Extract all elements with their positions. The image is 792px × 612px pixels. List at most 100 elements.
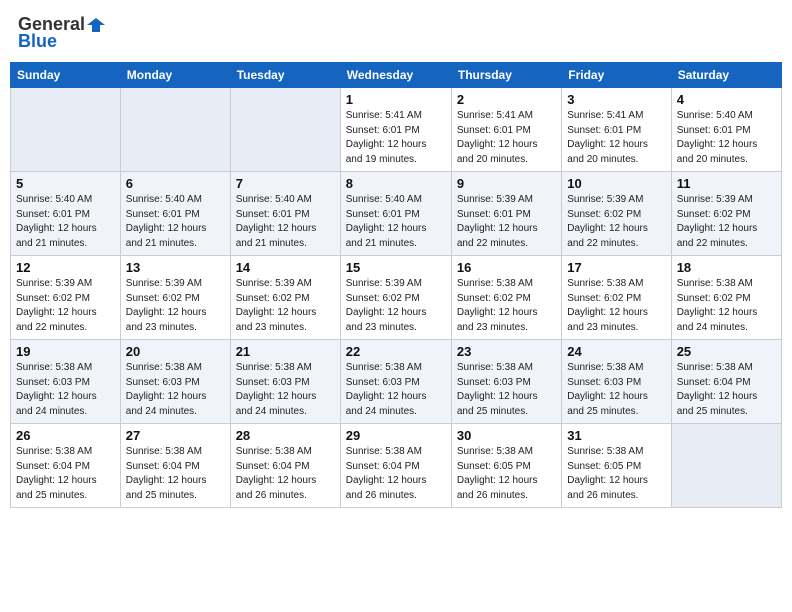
day-info: Sunrise: 5:39 AM Sunset: 6:01 PM Dayligh… [457, 193, 556, 251]
calendar-cell: 16Sunrise: 5:38 AM Sunset: 6:02 PM Dayli… [451, 256, 561, 340]
day-number: 27 [126, 428, 225, 443]
calendar-cell: 5 Sunrise: 5:40 AM Sunset: 6:01 PM Daylig… [11, 172, 121, 256]
calendar-cell: 17 Sunrise: 5:38 AM Sunset: 6:02 PM Dayli… [562, 256, 671, 340]
day-number: 6 [126, 176, 225, 191]
header-friday: Friday [562, 63, 671, 88]
calendar-cell: 19 Sunrise: 5:38 AM Sunset: 6:03 PM Dayli… [11, 340, 121, 424]
day-number: 4 [677, 92, 776, 107]
week-row-5: 26 Sunrise: 5:38 AM Sunset: 6:04 PM Dayli… [11, 424, 782, 508]
day-number: 31 [567, 428, 665, 443]
calendar-cell: 31 Sunrise: 5:38 AM Sunset: 6:05 PM Dayli… [562, 424, 671, 508]
day-number: 17 [567, 260, 665, 275]
calendar-cell: 27 Sunrise: 5:38 AM Sunset: 6:04 PM Dayli… [120, 424, 230, 508]
day-info: Sunrise: 5:38 AM Sunset: 6:04 PM Dayligh… [236, 445, 335, 503]
day-number: 24 [567, 344, 665, 359]
week-row-4: 19 Sunrise: 5:38 AM Sunset: 6:03 PM Dayli… [11, 340, 782, 424]
day-info: Sunrise: 5:40 AM Sunset: 6:01 PM Dayligh… [236, 193, 335, 251]
day-number: 12 [16, 260, 115, 275]
day-number: 16 [457, 260, 556, 275]
day-number: 28 [236, 428, 335, 443]
day-number: 8 [346, 176, 446, 191]
day-info: Sunrise: 5:39 AM Sunset: 6:02 PM Dayligh… [567, 193, 665, 251]
day-number: 18 [677, 260, 776, 275]
day-number: 9 [457, 176, 556, 191]
day-info: Sunrise: 5:38 AM Sunset: 6:03 PM Dayligh… [567, 361, 665, 419]
calendar-cell: 3 Sunrise: 5:41 AM Sunset: 6:01 PM Daylig… [562, 88, 671, 172]
day-info: Sunrise: 5:41 AM Sunset: 6:01 PM Dayligh… [346, 109, 446, 167]
calendar-cell: 15Sunrise: 5:39 AM Sunset: 6:02 PM Dayli… [340, 256, 451, 340]
day-info: Sunrise: 5:38 AM Sunset: 6:03 PM Dayligh… [16, 361, 115, 419]
calendar-cell: 22 Sunrise: 5:38 AM Sunset: 6:03 PM Dayli… [340, 340, 451, 424]
logo: General Blue [18, 14, 105, 52]
day-number: 22 [346, 344, 446, 359]
day-info: Sunrise: 5:38 AM Sunset: 6:03 PM Dayligh… [236, 361, 335, 419]
day-info: Sunrise: 5:38 AM Sunset: 6:04 PM Dayligh… [346, 445, 446, 503]
calendar-cell: 23 Sunrise: 5:38 AM Sunset: 6:03 PM Dayli… [451, 340, 561, 424]
day-number: 3 [567, 92, 665, 107]
calendar-cell: 14 Sunrise: 5:39 AM Sunset: 6:02 PM Dayli… [230, 256, 340, 340]
calendar-cell: 8 Sunrise: 5:40 AM Sunset: 6:01 PM Daylig… [340, 172, 451, 256]
day-number: 26 [16, 428, 115, 443]
day-number: 7 [236, 176, 335, 191]
calendar-cell: 7 Sunrise: 5:40 AM Sunset: 6:01 PM Daylig… [230, 172, 340, 256]
day-number: 21 [236, 344, 335, 359]
day-number: 30 [457, 428, 556, 443]
day-info: Sunrise: 5:38 AM Sunset: 6:04 PM Dayligh… [677, 361, 776, 419]
logo-blue: Blue [18, 31, 57, 52]
calendar-cell: 26 Sunrise: 5:38 AM Sunset: 6:04 PM Dayli… [11, 424, 121, 508]
day-info: Sunrise: 5:40 AM Sunset: 6:01 PM Dayligh… [16, 193, 115, 251]
calendar-cell [120, 88, 230, 172]
logo-bird-icon [87, 16, 105, 34]
calendar-cell: 11 Sunrise: 5:39 AM Sunset: 6:02 PM Dayli… [671, 172, 781, 256]
day-number: 11 [677, 176, 776, 191]
calendar-cell [230, 88, 340, 172]
calendar-cell: 20 Sunrise: 5:38 AM Sunset: 6:03 PM Dayli… [120, 340, 230, 424]
day-number: 29 [346, 428, 446, 443]
day-number: 25 [677, 344, 776, 359]
day-number: 13 [126, 260, 225, 275]
day-info: Sunrise: 5:38 AM Sunset: 6:02 PM Dayligh… [567, 277, 665, 335]
day-info: Sunrise: 5:38 AM Sunset: 6:03 PM Dayligh… [457, 361, 556, 419]
day-info: Sunrise: 5:38 AM Sunset: 6:05 PM Dayligh… [567, 445, 665, 503]
day-info: Sunrise: 5:39 AM Sunset: 6:02 PM Dayligh… [677, 193, 776, 251]
calendar-cell: 18 Sunrise: 5:38 AM Sunset: 6:02 PM Dayli… [671, 256, 781, 340]
day-info: Sunrise: 5:38 AM Sunset: 6:03 PM Dayligh… [126, 361, 225, 419]
day-number: 20 [126, 344, 225, 359]
day-info: Sunrise: 5:39 AM Sunset: 6:02 PM Dayligh… [126, 277, 225, 335]
day-info: Sunrise: 5:40 AM Sunset: 6:01 PM Dayligh… [126, 193, 225, 251]
calendar-cell: 13 Sunrise: 5:39 AM Sunset: 6:02 PM Dayli… [120, 256, 230, 340]
calendar-cell: 25 Sunrise: 5:38 AM Sunset: 6:04 PM Dayli… [671, 340, 781, 424]
day-info: Sunrise: 5:38 AM Sunset: 6:04 PM Dayligh… [16, 445, 115, 503]
calendar-cell: 2Sunrise: 5:41 AM Sunset: 6:01 PM Daylig… [451, 88, 561, 172]
day-number: 14 [236, 260, 335, 275]
day-number: 19 [16, 344, 115, 359]
day-info: Sunrise: 5:38 AM Sunset: 6:02 PM Dayligh… [677, 277, 776, 335]
day-info: Sunrise: 5:39 AM Sunset: 6:02 PM Dayligh… [236, 277, 335, 335]
day-info: Sunrise: 5:40 AM Sunset: 6:01 PM Dayligh… [346, 193, 446, 251]
header-wednesday: Wednesday [340, 63, 451, 88]
week-row-2: 5 Sunrise: 5:40 AM Sunset: 6:01 PM Daylig… [11, 172, 782, 256]
day-number: 15 [346, 260, 446, 275]
calendar-cell: 21 Sunrise: 5:38 AM Sunset: 6:03 PM Dayli… [230, 340, 340, 424]
day-number: 1 [346, 92, 446, 107]
header-tuesday: Tuesday [230, 63, 340, 88]
calendar-cell [11, 88, 121, 172]
day-info: Sunrise: 5:41 AM Sunset: 6:01 PM Dayligh… [457, 109, 556, 167]
calendar-cell: 4Sunrise: 5:40 AM Sunset: 6:01 PM Daylig… [671, 88, 781, 172]
calendar-cell [671, 424, 781, 508]
day-number: 10 [567, 176, 665, 191]
calendar-cell: 1 Sunrise: 5:41 AM Sunset: 6:01 PM Daylig… [340, 88, 451, 172]
day-info: Sunrise: 5:41 AM Sunset: 6:01 PM Dayligh… [567, 109, 665, 167]
calendar-cell: 29 Sunrise: 5:38 AM Sunset: 6:04 PM Dayli… [340, 424, 451, 508]
header-row: SundayMondayTuesdayWednesdayThursdayFrid… [11, 63, 782, 88]
day-number: 23 [457, 344, 556, 359]
week-row-3: 12 Sunrise: 5:39 AM Sunset: 6:02 PM Dayli… [11, 256, 782, 340]
day-info: Sunrise: 5:38 AM Sunset: 6:04 PM Dayligh… [126, 445, 225, 503]
header-saturday: Saturday [671, 63, 781, 88]
week-row-1: 1 Sunrise: 5:41 AM Sunset: 6:01 PM Daylig… [11, 88, 782, 172]
day-info: Sunrise: 5:38 AM Sunset: 6:03 PM Dayligh… [346, 361, 446, 419]
calendar-cell: 6 Sunrise: 5:40 AM Sunset: 6:01 PM Daylig… [120, 172, 230, 256]
calendar-cell: 30Sunrise: 5:38 AM Sunset: 6:05 PM Dayli… [451, 424, 561, 508]
day-number: 5 [16, 176, 115, 191]
header-sunday: Sunday [11, 63, 121, 88]
